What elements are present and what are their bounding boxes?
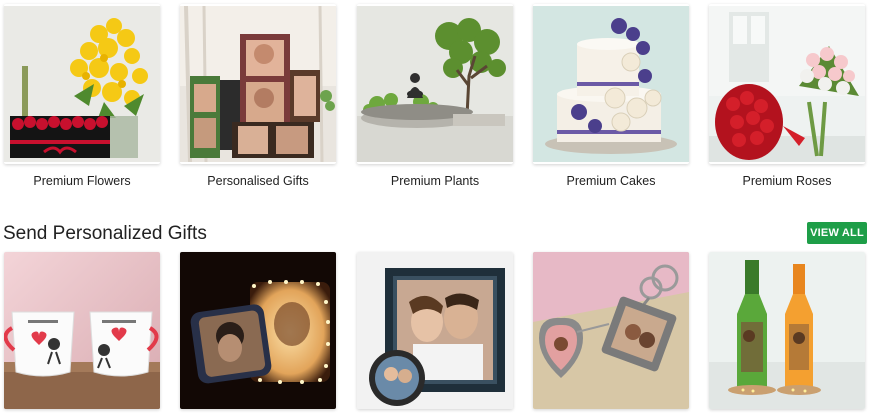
personalized-mugs-image <box>4 252 160 409</box>
section-title-personalized-gifts: Send Personalized Gifts <box>3 223 207 244</box>
category-card-premium-plants[interactable] <box>357 4 513 164</box>
category-label-premium-cakes[interactable]: Premium Cakes <box>523 174 699 188</box>
category-label-personalised-gifts[interactable]: Personalised Gifts <box>170 174 346 188</box>
premium-cakes-image <box>533 6 689 162</box>
premium-plants-image <box>357 6 513 162</box>
personalized-keychain-image <box>533 252 689 409</box>
category-card-premium-cakes[interactable] <box>533 4 689 164</box>
personalized-gift-card-keychain[interactable] <box>533 252 689 409</box>
personalized-gift-card-photo-frame[interactable] <box>357 252 513 409</box>
category-card-premium-roses[interactable] <box>709 4 865 164</box>
personalized-cushion-lamp-image <box>180 252 336 409</box>
personalized-gift-card-cushion-lamp[interactable] <box>180 252 336 409</box>
personalized-gift-card-mugs[interactable] <box>4 252 160 409</box>
personalized-bottles-image <box>709 252 865 409</box>
personalized-gift-card-bottles[interactable] <box>709 252 865 409</box>
personalised-gifts-image <box>180 5 336 163</box>
category-card-personalised-gifts[interactable] <box>180 4 336 164</box>
category-card-premium-flowers[interactable] <box>4 4 160 164</box>
view-all-button[interactable]: VIEW ALL <box>807 222 867 244</box>
category-label-premium-flowers[interactable]: Premium Flowers <box>0 174 170 188</box>
personalized-photo-frame-image <box>357 252 513 409</box>
premium-flowers-image <box>4 6 160 162</box>
premium-roses-image <box>709 6 865 162</box>
category-label-premium-plants[interactable]: Premium Plants <box>347 174 523 188</box>
premium-categories-row: Premium Flowers Personalised Gifts Premi… <box>0 0 871 200</box>
category-label-premium-roses[interactable]: Premium Roses <box>699 174 871 188</box>
